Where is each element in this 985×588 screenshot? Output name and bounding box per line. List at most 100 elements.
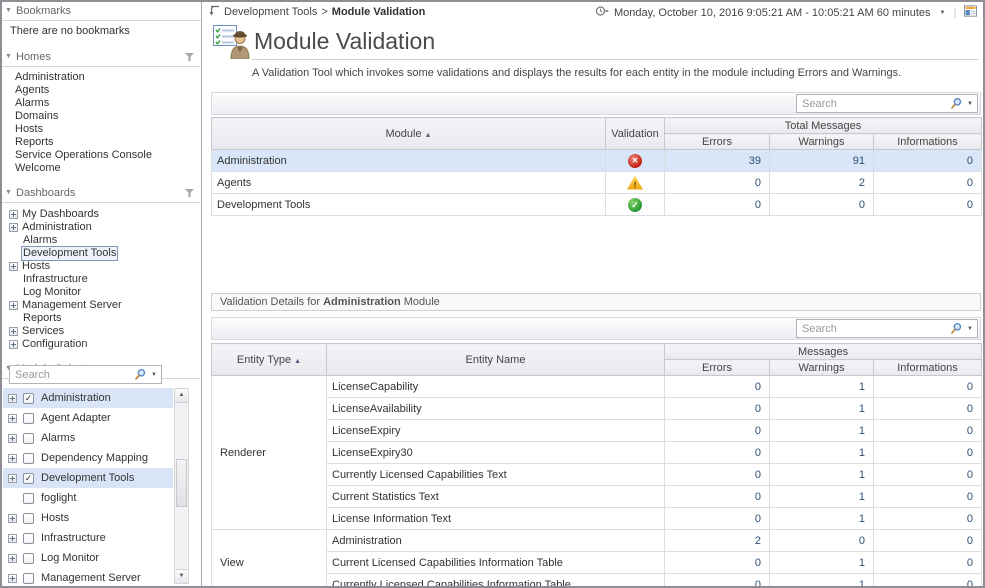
column-header-errors[interactable]: Errors [665, 360, 770, 376]
dashboard-item-administration[interactable]: Administration [2, 221, 201, 234]
table-row[interactable]: Current Statistics Text 0 1 0 [212, 486, 982, 508]
dashboard-item-reports[interactable]: Reports [2, 312, 201, 325]
time-range-label[interactable]: Monday, October 10, 2016 9:05:21 AM - 10… [614, 7, 931, 19]
dashboard-item-label-selected[interactable]: Development Tools [21, 246, 118, 261]
dashboard-item-development-tools[interactable]: Development Tools [2, 247, 201, 260]
search-input[interactable] [802, 98, 950, 110]
table-row[interactable]: LicenseAvailability 0 1 0 [212, 398, 982, 420]
column-header-module[interactable]: Module▲ [212, 118, 606, 150]
expand-icon[interactable] [8, 574, 17, 583]
search-icon[interactable] [950, 322, 963, 335]
sidebar-item-domains[interactable]: Domains [2, 110, 201, 123]
collapse-icon[interactable]: ▼ [5, 7, 12, 14]
table-row[interactable]: LicenseExpiry30 0 1 0 [212, 442, 982, 464]
column-header-validation[interactable]: Validation [606, 118, 665, 150]
reports-icon[interactable] [964, 5, 977, 20]
module-item-foglight[interactable]: foglight [3, 488, 173, 508]
module-item-agent-adapter[interactable]: Agent Adapter [3, 408, 173, 428]
checkbox-unchecked[interactable] [23, 433, 34, 444]
time-range-caret-icon[interactable]: ▼ [940, 10, 946, 16]
dashboard-item-management-server[interactable]: Management Server [2, 299, 201, 312]
expand-icon[interactable] [8, 414, 17, 423]
table-row[interactable]: Currently Licensed Capabilities Text 0 1… [212, 464, 982, 486]
checkbox-checked[interactable]: ✓ [23, 393, 34, 404]
column-header-entity-name[interactable]: Entity Name [327, 344, 665, 376]
expand-icon[interactable] [8, 434, 17, 443]
search-icon[interactable] [950, 97, 963, 110]
sidebar-item-service-operations-console[interactable]: Service Operations Console [2, 149, 201, 162]
module-item-management-server[interactable]: Management Server [3, 568, 173, 586]
module-item-alarms[interactable]: Alarms [3, 428, 173, 448]
checkbox-unchecked[interactable] [23, 513, 34, 524]
expand-icon[interactable] [9, 223, 18, 232]
column-header-warnings[interactable]: Warnings [770, 134, 874, 150]
expand-icon[interactable] [8, 514, 17, 523]
search-icon[interactable] [134, 368, 147, 381]
module-item-infrastructure[interactable]: Infrastructure [3, 528, 173, 548]
module-item-administration[interactable]: ✓ Administration [3, 388, 173, 408]
expand-icon[interactable] [9, 327, 18, 336]
module-item-development-tools[interactable]: ✓ Development Tools [3, 468, 173, 488]
expand-icon[interactable] [8, 534, 17, 543]
collapse-icon[interactable]: ▼ [5, 189, 12, 196]
scroll-down-icon[interactable]: ▼ [175, 569, 188, 583]
checkbox-unchecked[interactable] [23, 413, 34, 424]
checkbox-unchecked[interactable] [23, 573, 34, 584]
dashboard-item-hosts[interactable]: Hosts [2, 260, 201, 273]
column-header-entity-type[interactable]: Entity Type▲ [212, 344, 327, 376]
table-row-administration[interactable]: Administration ✕ 39 91 0 [212, 150, 982, 172]
table-row[interactable]: LicenseExpiry 0 1 0 [212, 420, 982, 442]
search-options-caret-icon[interactable]: ▼ [967, 326, 973, 332]
table-row[interactable]: License Information Text 0 1 0 [212, 508, 982, 530]
reports-link[interactable]: Reports [982, 7, 983, 19]
expand-icon[interactable] [8, 454, 17, 463]
table-row-development-tools[interactable]: Development Tools ✓ 0 0 0 [212, 194, 982, 216]
sidebar-item-alarms[interactable]: Alarms [2, 97, 201, 110]
sidebar-item-welcome[interactable]: Welcome [2, 162, 201, 175]
module-item-dependency-mapping[interactable]: Dependency Mapping [3, 448, 173, 468]
expand-icon[interactable] [9, 210, 18, 219]
section-dashboards[interactable]: ▼ Dashboards [2, 185, 201, 203]
section-bookmarks[interactable]: ▼ Bookmarks [2, 3, 201, 21]
section-homes[interactable]: ▼ Homes [2, 49, 201, 67]
breadcrumb-parent[interactable]: Development Tools [224, 6, 317, 18]
collapse-icon[interactable]: ▼ [5, 53, 12, 60]
table-row[interactable]: Currently Licensed Capabilities Informat… [212, 574, 982, 587]
table-row[interactable]: Current Licensed Capabilities Informatio… [212, 552, 982, 574]
checkbox-unchecked[interactable] [23, 453, 34, 464]
expand-icon[interactable] [8, 394, 17, 403]
dashboard-item-services[interactable]: Services [2, 325, 201, 338]
sidebar-item-reports[interactable]: Reports [2, 136, 201, 149]
sidebar-item-hosts[interactable]: Hosts [2, 123, 201, 136]
checkbox-unchecked[interactable] [23, 493, 34, 504]
expand-icon[interactable] [9, 301, 18, 310]
search-input[interactable] [15, 369, 134, 381]
dashboard-item-log-monitor[interactable]: Log Monitor [2, 286, 201, 299]
filter-icon[interactable] [185, 53, 194, 61]
search-options-caret-icon[interactable]: ▼ [967, 101, 973, 107]
table-row[interactable]: Renderer LicenseCapability 0 1 0 [212, 376, 982, 398]
column-header-warnings[interactable]: Warnings [770, 360, 874, 376]
checkbox-checked[interactable]: ✓ [23, 473, 34, 484]
expand-icon[interactable] [9, 340, 18, 349]
module-selector-scrollbar[interactable]: ▲ ▼ [174, 388, 189, 584]
expand-icon[interactable] [8, 554, 17, 563]
sidebar-item-administration[interactable]: Administration [2, 71, 201, 84]
scrollbar-thumb[interactable] [176, 459, 187, 507]
dashboard-item-my-dashboards[interactable]: My Dashboards [2, 208, 201, 221]
search-options-caret-icon[interactable]: ▼ [151, 372, 157, 378]
module-item-log-monitor[interactable]: Log Monitor [3, 548, 173, 568]
column-header-errors[interactable]: Errors [665, 134, 770, 150]
search-input[interactable] [802, 323, 950, 335]
time-range-icon[interactable] [595, 5, 609, 20]
sidebar-item-agents[interactable]: Agents [2, 84, 201, 97]
module-item-hosts[interactable]: Hosts [3, 508, 173, 528]
checkbox-unchecked[interactable] [23, 553, 34, 564]
table-row-agents[interactable]: Agents ! 0 2 0 [212, 172, 982, 194]
expand-icon[interactable] [9, 262, 18, 271]
scroll-up-icon[interactable]: ▲ [175, 389, 188, 403]
table-row[interactable]: View Administration 2 0 0 [212, 530, 982, 552]
expand-icon[interactable] [8, 474, 17, 483]
column-header-informations[interactable]: Informations [874, 360, 982, 376]
checkbox-unchecked[interactable] [23, 533, 34, 544]
